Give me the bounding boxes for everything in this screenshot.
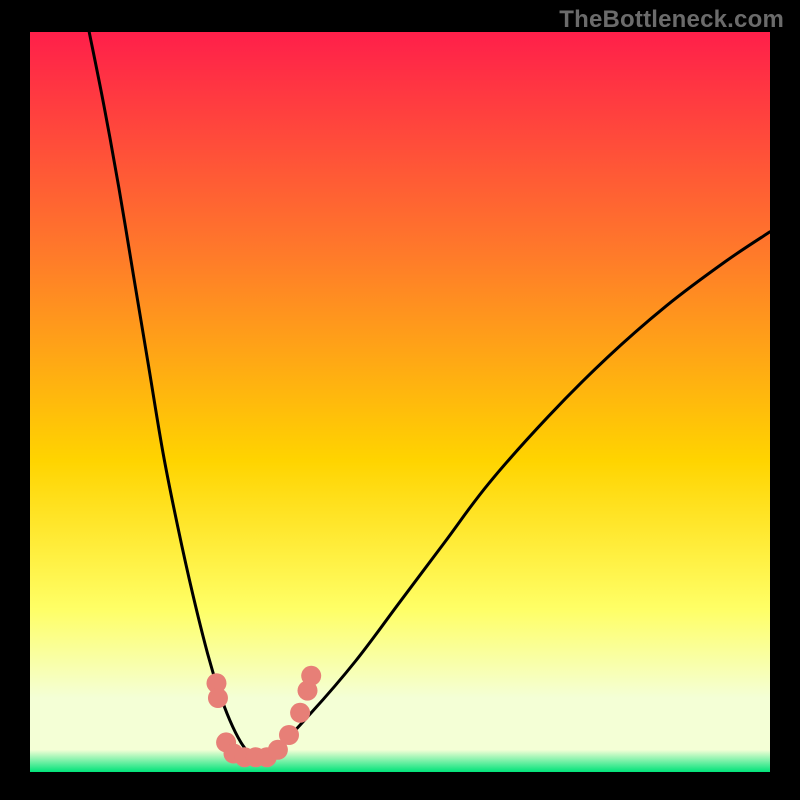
right-dot-3: [290, 703, 310, 723]
chart-stage: TheBottleneck.com: [0, 0, 800, 800]
bottleneck-chart: [0, 0, 800, 800]
right-dot-5: [301, 666, 321, 686]
left-dot-2: [208, 688, 228, 708]
watermark-text: TheBottleneck.com: [559, 6, 784, 34]
right-dot-2: [279, 725, 299, 745]
plot-background: [30, 32, 770, 772]
